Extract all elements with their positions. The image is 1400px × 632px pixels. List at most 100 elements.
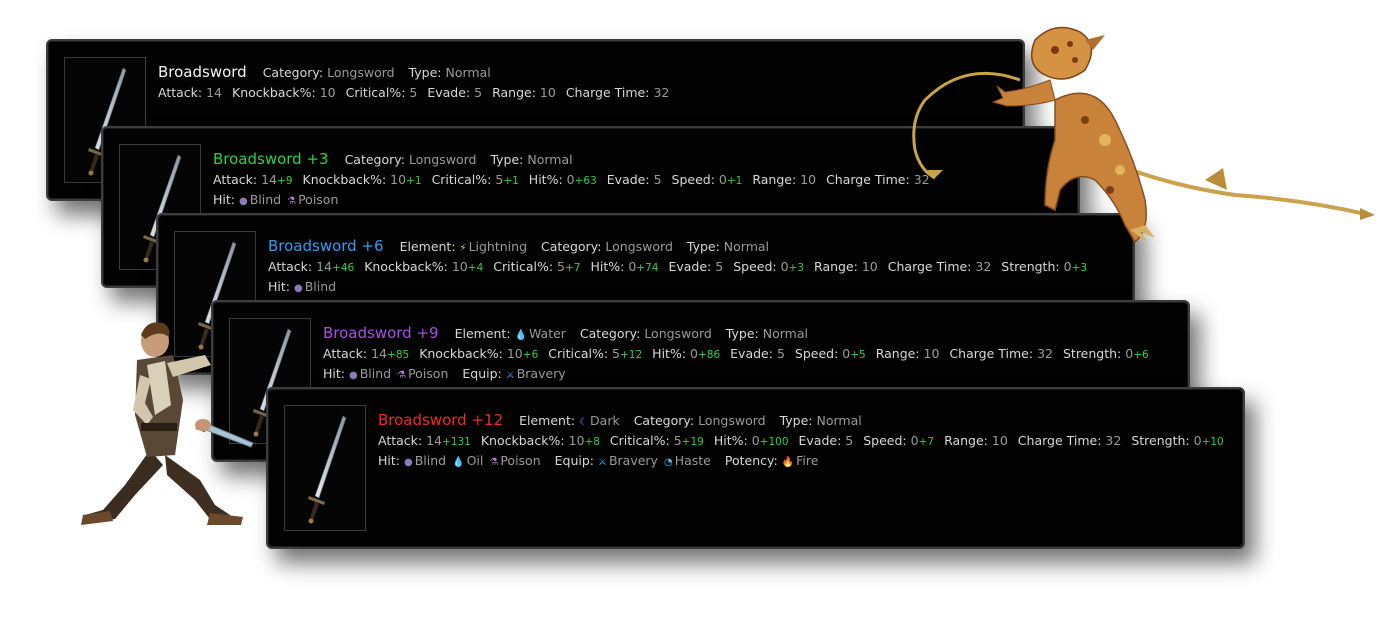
weapon-name: Broadsword +9	[323, 324, 439, 342]
oil-drop-icon: 💧	[452, 457, 465, 468]
stat-evade: Evade: 5	[607, 172, 672, 187]
stat-attack: Attack: 14+46	[268, 259, 364, 274]
hit-item: Blind	[249, 192, 282, 207]
stat-chargetime: Charge Time: 32	[888, 259, 1002, 274]
stat-label: Evade:	[668, 259, 712, 274]
stat-base-value: 10	[861, 259, 878, 274]
stat-range: Range: 10	[944, 433, 1018, 448]
stat-bonus-value: +7	[918, 436, 935, 448]
stat-base-value: 14	[261, 172, 278, 187]
stat-base-value: 5	[845, 433, 854, 448]
potency-label: Potency:	[724, 453, 778, 468]
element-label: Element:	[399, 239, 456, 254]
stat-speed: Speed: 0+1	[672, 172, 753, 187]
element-value: Water	[528, 326, 566, 341]
stat-label: Attack:	[323, 346, 368, 361]
category-value: Longsword	[408, 152, 477, 167]
hit-item: Poison	[500, 453, 541, 468]
stat-base-value: 10	[991, 433, 1008, 448]
stat-bonus-value: +3	[1071, 262, 1088, 274]
stats-row: Attack: 14+85 Knockback%: 10+6 Critical%: …	[323, 344, 1178, 364]
stat-base-value: 10	[800, 172, 817, 187]
potency-item: Fire	[796, 453, 819, 468]
stat-label: Evade:	[730, 346, 773, 361]
element-label: Element:	[519, 413, 576, 428]
stat-base-value: 10	[923, 346, 940, 361]
stat-base-value: 10	[506, 346, 523, 361]
stat-bonus-value: +100	[759, 436, 789, 448]
category-value: Longsword	[698, 413, 766, 428]
stat-bonus-value: +8	[584, 436, 600, 448]
weapon-name: Broadsword +3	[213, 150, 329, 168]
stat-base-value: 14	[316, 259, 333, 274]
stat-base-value: 10	[539, 85, 556, 100]
stat-knockback: Knockback%: 10+8	[481, 433, 610, 448]
weapon-card-broadsword-plus-12[interactable]: Broadsword +12 Element: ☾ Dark Category: …	[266, 387, 1245, 549]
stat-knockback: Knockback%: 10+1	[303, 172, 432, 187]
stat-label: Critical%:	[493, 259, 554, 274]
category-label: Category:	[633, 413, 695, 428]
stat-chargetime: Charge Time: 32	[949, 346, 1063, 361]
stat-label: Charge Time:	[826, 172, 910, 187]
stat-critical: Critical%: 5	[346, 85, 428, 100]
stat-base-value: 5	[673, 433, 682, 448]
type-value: Normal	[816, 413, 862, 428]
stat-base-value: 5	[557, 259, 565, 274]
hit-label: Hit:	[268, 279, 290, 294]
blind-orb-icon: ●	[348, 370, 358, 381]
stat-label: Evade:	[606, 172, 650, 187]
stat-range: Range: 10	[814, 259, 888, 274]
stat-bonus-value: +3	[788, 262, 805, 274]
stat-label: Evade:	[798, 433, 842, 448]
monster-creature	[912, 26, 1375, 244]
stat-knockback: Knockback%: 10	[232, 85, 346, 100]
stat-label: Knockback%:	[302, 172, 387, 187]
stat-base-value: 32	[975, 259, 992, 274]
stat-chargetime: Charge Time: 32	[1018, 433, 1132, 448]
category-label: Category:	[579, 326, 641, 341]
hit-item: Blind	[359, 366, 392, 381]
blind-orb-icon: ●	[293, 283, 303, 294]
stat-base-value: 0	[910, 433, 919, 448]
stat-chargetime: Charge Time: 32	[566, 85, 680, 100]
stats-row: Attack: 14+46 Knockback%: 10+4 Critical%: …	[268, 257, 1123, 277]
stat-attack: Attack: 14+85	[323, 346, 419, 361]
type-value: Normal	[723, 239, 770, 254]
stat-hit: Hit%: 0+100	[714, 433, 799, 448]
stat-label: Attack:	[158, 85, 203, 100]
hit-item: Poison	[298, 192, 339, 207]
type-value: Normal	[445, 65, 491, 80]
stat-base-value: 14	[206, 85, 223, 100]
type-label: Type:	[686, 239, 720, 254]
stat-range: Range: 10	[876, 346, 950, 361]
poison-flask-icon: ⚗	[489, 457, 499, 468]
stat-evade: Evade: 5	[799, 433, 864, 448]
stat-hit: Hit%: 0+63	[529, 172, 607, 187]
stat-bonus-value: +86	[697, 349, 721, 361]
stat-speed: Speed: 0+3	[733, 259, 814, 274]
category-label: Category:	[541, 239, 602, 254]
stat-bonus-value: +63	[574, 175, 597, 187]
stat-label: Charge Time:	[949, 346, 1034, 361]
stat-base-value: 0	[718, 172, 727, 187]
stat-label: Strength:	[1062, 346, 1122, 361]
element-value: Dark	[590, 413, 620, 428]
poison-flask-icon: ⚗	[397, 370, 407, 381]
hit-item: Oil	[466, 453, 484, 468]
type-label: Type:	[490, 152, 524, 167]
stat-bonus-value: +1	[503, 175, 519, 187]
stat-bonus-value: +6	[1133, 349, 1149, 361]
stat-label: Strength:	[1001, 259, 1060, 274]
stat-base-value: 5	[715, 259, 724, 274]
hit-item: Blind	[304, 279, 337, 294]
stat-label: Speed:	[863, 433, 907, 448]
stat-label: Critical%:	[431, 172, 492, 187]
stat-label: Hit%:	[652, 346, 687, 361]
stat-base-value: 32	[1105, 433, 1122, 448]
weapon-name: Broadsword	[158, 63, 247, 81]
stat-attack: Attack: 14+131	[378, 433, 481, 448]
stat-bonus-value: +9	[277, 175, 293, 187]
warrior-character	[81, 322, 254, 525]
stat-bonus-value: +74	[636, 262, 659, 274]
stat-knockback: Knockback%: 10+6	[419, 346, 548, 361]
